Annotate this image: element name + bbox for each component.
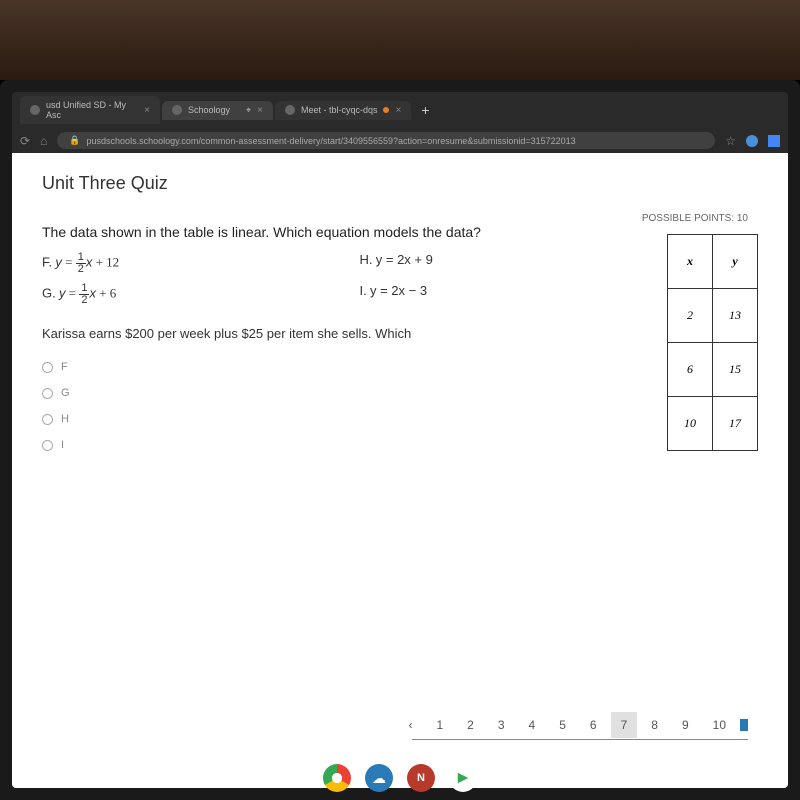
radio-icon — [42, 388, 53, 399]
prev-page-button[interactable]: ‹ — [398, 712, 422, 738]
page-2[interactable]: 2 — [457, 712, 484, 738]
tab-favicon — [172, 105, 182, 115]
page-content: Unit Three Quiz POSSIBLE POINTS: 10 The … — [12, 153, 788, 788]
close-icon[interactable]: × — [144, 105, 150, 116]
page-4[interactable]: 4 — [519, 712, 546, 738]
option-g: G. y = 12x + 6 — [42, 283, 320, 306]
radio-i[interactable]: I — [42, 439, 637, 451]
taskbar: ☁ N — [317, 758, 483, 788]
th-y: y — [713, 235, 758, 289]
answer-choices: F G H I — [42, 361, 637, 451]
bookmark-icon[interactable]: ☆ — [725, 134, 736, 148]
tab-favicon — [30, 105, 40, 115]
background-photo — [0, 0, 800, 80]
question-area: The data shown in the table is linear. W… — [42, 224, 758, 451]
possible-points: POSSIBLE POINTS: 10 — [642, 213, 748, 224]
cloud-app-icon[interactable]: ☁ — [365, 764, 393, 788]
url-bar: ⟳ ⌂ 🔒 pusdschools.schoology.com/common-a… — [12, 128, 788, 153]
radio-icon — [42, 414, 53, 425]
office-icon[interactable]: N — [407, 764, 435, 788]
lock-icon: 🔒 — [69, 135, 80, 146]
page-3[interactable]: 3 — [488, 712, 515, 738]
pagination-divider — [412, 739, 748, 740]
browser-tab-bar: usd Unified SD - My Asc × Schoology ⌖ × … — [12, 92, 788, 128]
th-x: x — [668, 235, 713, 289]
question-prompt: The data shown in the table is linear. W… — [42, 224, 637, 240]
radio-h[interactable]: H — [42, 413, 637, 425]
close-icon[interactable]: × — [257, 105, 263, 116]
option-f: F. y = 12x + 12 — [42, 252, 320, 275]
indicator-icon — [383, 107, 389, 113]
home-icon[interactable]: ⌂ — [40, 134, 47, 148]
radio-icon — [42, 440, 53, 451]
table-row: 10 17 — [668, 397, 758, 451]
page-6[interactable]: 6 — [580, 712, 607, 738]
second-question: Karissa earns $200 per week plus $25 per… — [42, 326, 637, 341]
new-tab-button[interactable]: + — [413, 102, 437, 118]
extension-icon-2[interactable] — [768, 135, 780, 147]
laptop-frame: usd Unified SD - My Asc × Schoology ⌖ × … — [0, 80, 800, 800]
tab-0[interactable]: usd Unified SD - My Asc × — [20, 96, 160, 124]
url-input[interactable]: 🔒 pusdschools.schoology.com/common-asses… — [57, 132, 715, 149]
radio-f[interactable]: F — [42, 361, 637, 373]
tab-2[interactable]: Meet - tbl-cyqc-dqs × — [275, 101, 411, 120]
page-8[interactable]: 8 — [641, 712, 668, 738]
reload-icon[interactable]: ⟳ — [20, 134, 30, 148]
tab-label: Schoology — [188, 105, 230, 115]
screen: usd Unified SD - My Asc × Schoology ⌖ × … — [12, 92, 788, 788]
page-10[interactable]: 10 — [703, 712, 736, 738]
page-5[interactable]: 5 — [549, 712, 576, 738]
tab-1[interactable]: Schoology ⌖ × — [162, 101, 273, 120]
radio-g[interactable]: G — [42, 387, 637, 399]
cursor-icon: ⌖ — [246, 105, 251, 116]
play-store-icon[interactable] — [449, 764, 477, 788]
next-page-button[interactable] — [740, 719, 748, 731]
option-h: H. y = 2x + 9 — [360, 252, 638, 275]
data-table: x y 2 13 6 15 10 17 — [667, 234, 758, 451]
pagination: ‹ 1 2 3 4 5 6 7 8 9 10 — [398, 712, 748, 738]
tab-label: Meet - tbl-cyqc-dqs — [301, 105, 378, 115]
table-row: 6 15 — [668, 343, 758, 397]
page-9[interactable]: 9 — [672, 712, 699, 738]
chrome-icon[interactable] — [323, 764, 351, 788]
url-text: pusdschools.schoology.com/common-assessm… — [87, 136, 576, 146]
page-1[interactable]: 1 — [426, 712, 453, 738]
radio-icon — [42, 362, 53, 373]
page-7[interactable]: 7 — [611, 712, 638, 738]
close-icon[interactable]: × — [395, 105, 401, 116]
tab-label: usd Unified SD - My Asc — [46, 100, 138, 120]
tab-favicon — [285, 105, 295, 115]
quiz-title: Unit Three Quiz — [42, 173, 758, 194]
table-row: 2 13 — [668, 289, 758, 343]
extension-icon[interactable] — [746, 135, 758, 147]
option-i: I. y = 2x − 3 — [360, 283, 638, 306]
